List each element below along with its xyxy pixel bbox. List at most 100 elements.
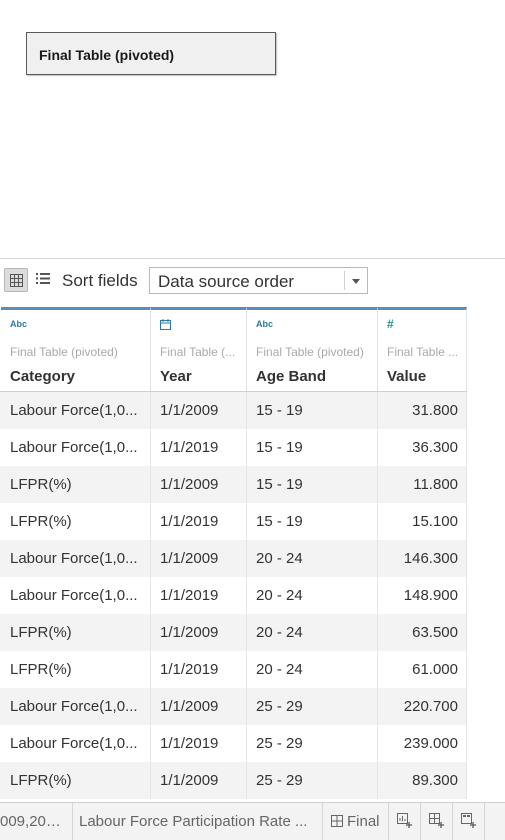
table-row[interactable]: Labour Force(1,0... 1/1/2009 15 - 19 31.…	[0, 392, 505, 429]
cell-value[interactable]: 63.500	[378, 614, 467, 651]
cell-category[interactable]: LFPR(%)	[1, 762, 151, 799]
new-dashboard-button[interactable]	[421, 803, 453, 840]
list-view-button[interactable]	[36, 272, 50, 290]
cell-category[interactable]: Labour Force(1,0...	[1, 392, 151, 429]
cell-value[interactable]: 146.300	[378, 540, 467, 577]
sort-fields-label: Sort fields	[62, 271, 138, 290]
grid-view-button[interactable]	[4, 268, 28, 292]
grid-toolbar: Sort fields Data source order	[0, 260, 505, 300]
number-type-icon[interactable]: #	[387, 317, 394, 331]
table-row[interactable]: Labour Force(1,0... 1/1/2019 15 - 19 36.…	[0, 429, 505, 466]
cell-category[interactable]: LFPR(%)	[1, 614, 151, 651]
table-row[interactable]: Labour Force(1,0... 1/1/2009 20 - 24 146…	[0, 540, 505, 577]
sort-fields-dropdown[interactable]: Data source order	[149, 267, 368, 294]
cell-year[interactable]: 1/1/2009	[151, 762, 247, 799]
column-header-year[interactable]: Final Table (... Year	[151, 307, 247, 391]
cell-age-band[interactable]: 25 - 29	[247, 762, 378, 799]
column-source: Final Table ...	[387, 345, 459, 359]
column-header-age-band[interactable]: Abc Final Table (pivoted) Age Band	[247, 307, 378, 391]
grid-view-icon	[10, 274, 23, 287]
column-name: Age Band	[256, 368, 327, 385]
cell-age-band[interactable]: 20 - 24	[247, 577, 378, 614]
table-row[interactable]: LFPR(%) 1/1/2009 15 - 19 11.800	[0, 466, 505, 503]
table-row[interactable]: LFPR(%) 1/1/2009 25 - 29 89.300	[0, 762, 505, 799]
date-type-icon[interactable]	[160, 319, 171, 332]
column-name: Value	[387, 368, 427, 385]
sheet-tab[interactable]: 009,2019	[0, 803, 73, 840]
string-type-icon[interactable]: Abc	[256, 319, 273, 329]
cell-year[interactable]: 1/1/2009	[151, 466, 247, 503]
table-row[interactable]: Labour Force(1,0... 1/1/2019 20 - 24 148…	[0, 577, 505, 614]
canvas-divider[interactable]	[0, 258, 505, 259]
string-type-icon[interactable]: Abc	[10, 319, 27, 329]
column-header-value[interactable]: # Final Table ... Value	[378, 307, 467, 391]
table-card-label: Final Table (pivoted)	[39, 47, 175, 63]
cell-year[interactable]: 1/1/2009	[151, 392, 247, 429]
cell-value[interactable]: 36.300	[378, 429, 467, 466]
cell-year[interactable]: 1/1/2019	[151, 429, 247, 466]
cell-category[interactable]: LFPR(%)	[1, 503, 151, 540]
cell-age-band[interactable]: 25 - 29	[247, 725, 378, 762]
cell-age-band[interactable]: 15 - 19	[247, 392, 378, 429]
data-grid: Abc Final Table (pivoted) Category Final…	[0, 307, 505, 799]
grid-header-row: Abc Final Table (pivoted) Category Final…	[0, 307, 505, 392]
sheet-tab-final[interactable]: Final	[323, 803, 389, 840]
cell-year[interactable]: 1/1/2009	[151, 614, 247, 651]
cell-value[interactable]: 89.300	[378, 762, 467, 799]
table-row[interactable]: Labour Force(1,0... 1/1/2009 25 - 29 220…	[0, 688, 505, 725]
column-source: Final Table (pivoted)	[256, 345, 364, 359]
sheet-tab[interactable]: Labour Force Participation Rate ...	[73, 803, 323, 840]
dropdown-separator	[344, 271, 345, 290]
cell-value[interactable]: 239.000	[378, 725, 467, 762]
cell-year[interactable]: 1/1/2019	[151, 577, 247, 614]
chevron-down-icon	[352, 279, 360, 284]
cell-age-band[interactable]: 15 - 19	[247, 429, 378, 466]
column-header-category[interactable]: Abc Final Table (pivoted) Category	[1, 307, 151, 391]
table-row[interactable]: LFPR(%) 1/1/2009 20 - 24 63.500	[0, 614, 505, 651]
cell-category[interactable]: Labour Force(1,0...	[1, 540, 151, 577]
sheet-tab-label: Final	[347, 813, 380, 830]
new-story-icon	[461, 813, 476, 828]
cell-value[interactable]: 31.800	[378, 392, 467, 429]
cell-category[interactable]: LFPR(%)	[1, 651, 151, 688]
new-worksheet-icon	[397, 813, 412, 828]
cell-year[interactable]: 1/1/2009	[151, 688, 247, 725]
new-dashboard-icon	[429, 813, 444, 828]
cell-year[interactable]: 1/1/2019	[151, 503, 247, 540]
data-source-canvas: Final Table (pivoted)	[0, 0, 505, 258]
column-name: Year	[160, 368, 192, 385]
sheet-tab-bar: 009,2019 Labour Force Participation Rate…	[0, 802, 505, 840]
sort-fields-value: Data source order	[158, 272, 295, 291]
cell-year[interactable]: 1/1/2009	[151, 540, 247, 577]
column-source: Final Table (pivoted)	[10, 345, 118, 359]
cell-age-band[interactable]: 20 - 24	[247, 614, 378, 651]
cell-value[interactable]: 11.800	[378, 466, 467, 503]
cell-age-band[interactable]: 20 - 24	[247, 540, 378, 577]
column-name: Category	[10, 368, 76, 385]
table-row[interactable]: LFPR(%) 1/1/2019 15 - 19 15.100	[0, 503, 505, 540]
grid-right-whitespace	[467, 391, 505, 802]
cell-age-band[interactable]: 15 - 19	[247, 503, 378, 540]
cell-category[interactable]: Labour Force(1,0...	[1, 429, 151, 466]
cell-category[interactable]: Labour Force(1,0...	[1, 577, 151, 614]
cell-value[interactable]: 61.000	[378, 651, 467, 688]
column-source: Final Table (...	[160, 345, 236, 359]
cell-category[interactable]: LFPR(%)	[1, 466, 151, 503]
table-card-final-table-pivoted[interactable]: Final Table (pivoted)	[26, 32, 276, 75]
cell-age-band[interactable]: 20 - 24	[247, 651, 378, 688]
cell-category[interactable]: Labour Force(1,0...	[1, 725, 151, 762]
cell-age-band[interactable]: 25 - 29	[247, 688, 378, 725]
table-row[interactable]: LFPR(%) 1/1/2019 20 - 24 61.000	[0, 651, 505, 688]
new-worksheet-button[interactable]	[389, 803, 421, 840]
list-view-icon	[36, 273, 50, 284]
cell-value[interactable]: 148.900	[378, 577, 467, 614]
cell-category[interactable]: Labour Force(1,0...	[1, 688, 151, 725]
table-row[interactable]: Labour Force(1,0... 1/1/2019 25 - 29 239…	[0, 725, 505, 762]
cell-value[interactable]: 220.700	[378, 688, 467, 725]
cell-value[interactable]: 15.100	[378, 503, 467, 540]
new-story-button[interactable]	[453, 803, 485, 840]
cell-year[interactable]: 1/1/2019	[151, 725, 247, 762]
cell-year[interactable]: 1/1/2019	[151, 651, 247, 688]
cell-age-band[interactable]: 15 - 19	[247, 466, 378, 503]
grid-body: Labour Force(1,0... 1/1/2009 15 - 19 31.…	[0, 392, 505, 799]
